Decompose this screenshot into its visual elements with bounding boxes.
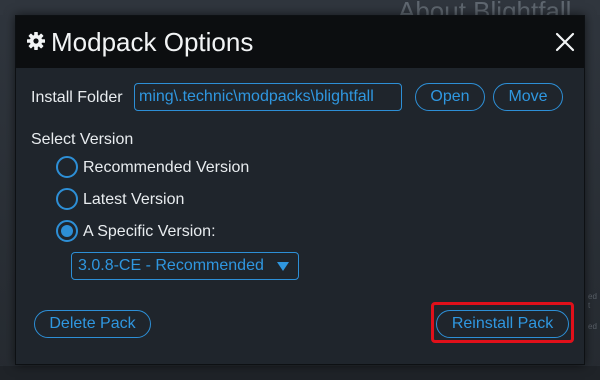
install-folder-value: ming\.technic\modpacks\blightfall — [139, 88, 374, 105]
background-edge-text: ed t — [588, 292, 597, 310]
close-icon[interactable] — [553, 30, 577, 54]
radio-specific-version[interactable] — [56, 220, 78, 242]
radio-label-recommended: Recommended Version — [83, 159, 250, 176]
background-strip — [0, 366, 600, 380]
radio-label-specific: A Specific Version: — [83, 223, 216, 240]
dropdown-arrow-icon — [277, 262, 289, 271]
radio-latest-version[interactable] — [56, 188, 78, 210]
radio-recommended-version[interactable] — [56, 156, 78, 178]
gear-icon — [27, 32, 45, 50]
open-button[interactable]: Open — [415, 83, 485, 111]
select-version-label: Select Version — [31, 131, 134, 148]
modpack-options-dialog: Modpack Options Install Folder ming\.tec… — [15, 15, 585, 365]
reinstall-highlight-box — [431, 302, 574, 343]
dialog-title: Modpack Options — [51, 27, 254, 57]
dialog-titlebar: Modpack Options — [16, 16, 584, 68]
delete-pack-button[interactable]: Delete Pack — [34, 310, 151, 338]
version-select-value: 3.0.8-CE - Recommended — [78, 257, 264, 274]
version-select[interactable]: 3.0.8-CE - Recommended — [71, 252, 299, 280]
radio-label-latest: Latest Version — [83, 191, 185, 208]
install-folder-field[interactable]: ming\.technic\modpacks\blightfall — [134, 83, 402, 111]
move-button[interactable]: Move — [493, 83, 563, 111]
install-folder-label: Install Folder — [31, 89, 123, 106]
background-edge-text: ed — [588, 322, 597, 331]
